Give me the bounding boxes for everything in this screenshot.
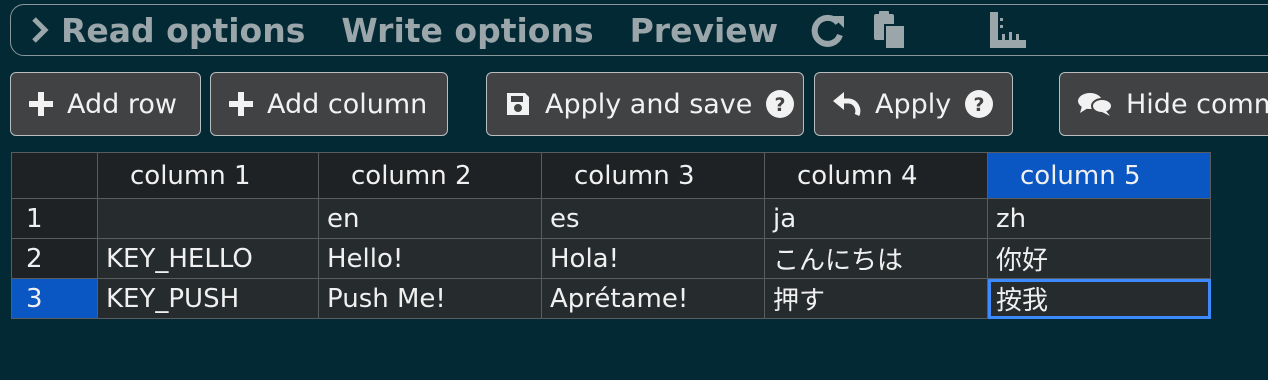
corner-cell[interactable] bbox=[11, 152, 98, 199]
table-cell[interactable] bbox=[97, 198, 319, 239]
top-toolbar: Read options Write options Preview bbox=[10, 4, 1268, 56]
add-column-label: Add column bbox=[267, 88, 428, 120]
table-cell[interactable]: 你好 bbox=[987, 238, 1211, 279]
table-cell[interactable]: en bbox=[318, 198, 542, 239]
table-cell[interactable]: zh bbox=[987, 198, 1211, 239]
undo-icon bbox=[833, 91, 861, 117]
svg-text:?: ? bbox=[974, 94, 985, 116]
write-options-link[interactable]: Write options bbox=[341, 11, 593, 50]
header-row: column 1 column 2 column 3 column 4 colu… bbox=[11, 152, 1211, 199]
hide-comments-button[interactable]: Hide comm bbox=[1059, 72, 1268, 136]
column-header[interactable]: column 4 bbox=[764, 152, 988, 199]
table-cell[interactable]: こんにちは bbox=[764, 238, 988, 279]
ruler-icon[interactable] bbox=[988, 10, 1028, 50]
table-cell[interactable]: Hello! bbox=[318, 238, 542, 279]
table-cell[interactable]: 押す bbox=[764, 278, 988, 319]
row-number[interactable]: 2 bbox=[11, 238, 98, 279]
apply-and-save-label: Apply and save bbox=[545, 88, 753, 120]
comments-icon bbox=[1078, 91, 1112, 117]
column-header[interactable]: column 3 bbox=[541, 152, 765, 199]
hide-comments-label: Hide comm bbox=[1126, 88, 1268, 120]
svg-text:?: ? bbox=[775, 94, 786, 116]
table-cell[interactable]: KEY_HELLO bbox=[97, 238, 319, 279]
add-row-label: Add row bbox=[67, 88, 177, 120]
column-header[interactable]: column 2 bbox=[318, 152, 542, 199]
add-row-button[interactable]: Add row bbox=[10, 72, 201, 136]
apply-and-save-button[interactable]: Apply and save ? bbox=[486, 72, 804, 136]
table-cell[interactable]: Push Me! bbox=[318, 278, 542, 319]
table-cell[interactable]: KEY_PUSH bbox=[97, 278, 319, 319]
save-icon bbox=[505, 91, 531, 117]
row-number[interactable]: 1 bbox=[11, 198, 98, 239]
table-row-selected: 3 KEY_PUSH Push Me! Aprétame! 押す 按我 bbox=[11, 278, 1211, 319]
help-icon[interactable]: ? bbox=[766, 90, 795, 118]
apply-label: Apply bbox=[875, 88, 952, 120]
column-header[interactable]: column 1 bbox=[97, 152, 319, 199]
add-column-button[interactable]: Add column bbox=[210, 72, 448, 136]
table-cell[interactable]: Hola! bbox=[541, 238, 765, 279]
chevron-right-icon[interactable] bbox=[29, 15, 51, 45]
table-cell[interactable]: Aprétame! bbox=[541, 278, 765, 319]
table-cell[interactable]: ja bbox=[764, 198, 988, 239]
paste-icon[interactable] bbox=[872, 10, 908, 50]
table-cell[interactable]: es bbox=[541, 198, 765, 239]
table-row: 1 en es ja zh bbox=[11, 198, 1211, 239]
table-row: 2 KEY_HELLO Hello! Hola! こんにちは 你好 bbox=[11, 238, 1211, 279]
apply-button[interactable]: Apply ? bbox=[814, 72, 1013, 136]
active-cell[interactable]: 按我 bbox=[987, 278, 1211, 319]
plus-icon bbox=[229, 92, 253, 116]
plus-icon bbox=[29, 92, 53, 116]
read-options-link[interactable]: Read options bbox=[61, 11, 305, 50]
refresh-icon[interactable] bbox=[808, 11, 846, 49]
preview-link[interactable]: Preview bbox=[630, 11, 779, 50]
help-icon[interactable]: ? bbox=[965, 90, 994, 118]
row-number-selected[interactable]: 3 bbox=[11, 278, 98, 319]
column-header-selected[interactable]: column 5 bbox=[987, 152, 1211, 199]
data-grid: column 1 column 2 column 3 column 4 colu… bbox=[11, 152, 1211, 319]
